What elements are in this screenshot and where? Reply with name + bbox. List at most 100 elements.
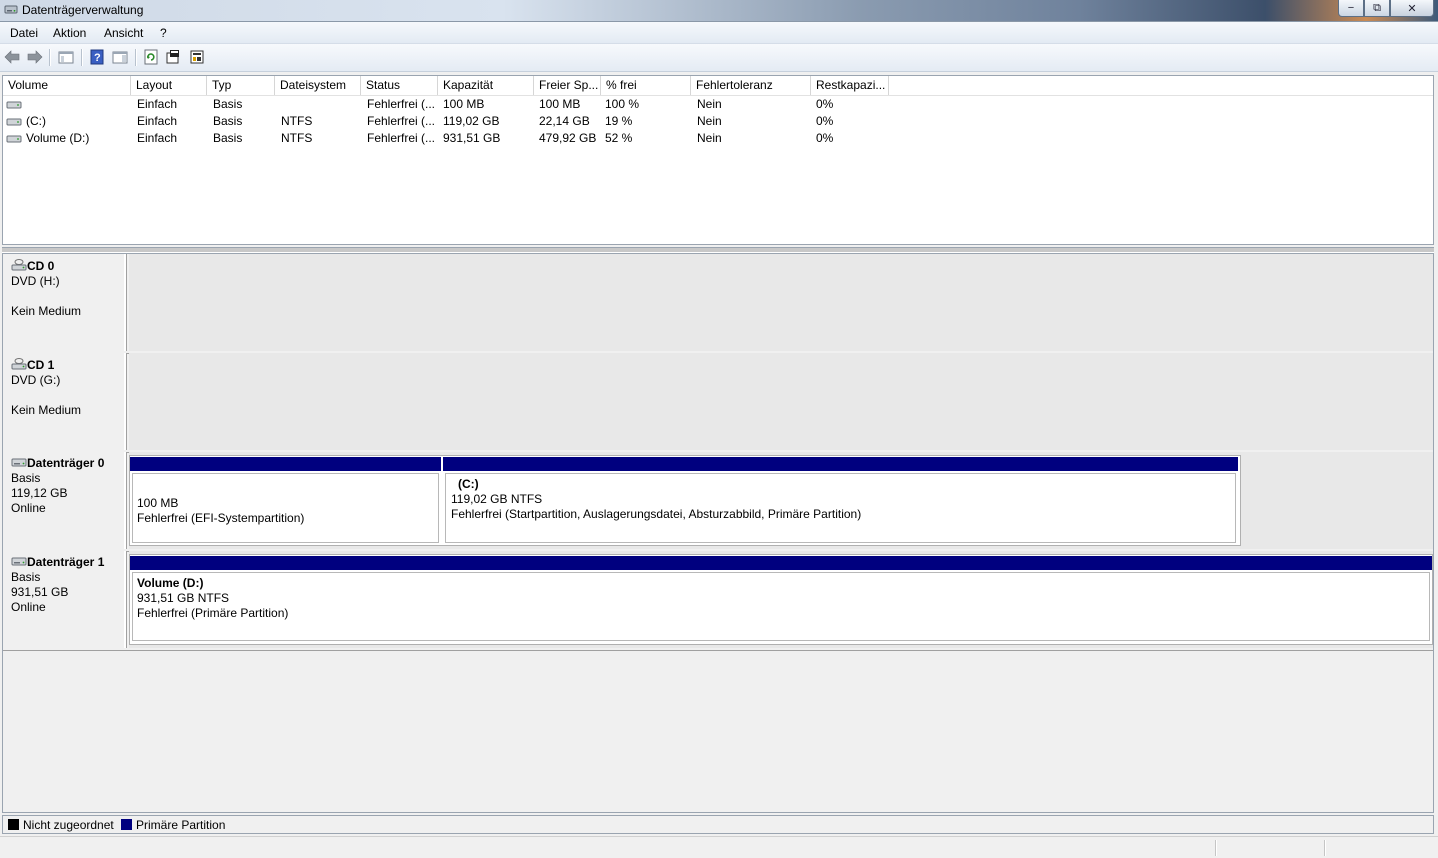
column-header-kapazitaet[interactable]: Kapazität: [438, 76, 534, 95]
disk-row-disk1[interactable]: Datenträger 1 Basis 931,51 GB Online Vol…: [3, 551, 1433, 651]
disk-info-cd1[interactable]: CD 1 DVD (G:) Kein Medium: [3, 353, 126, 450]
forward-icon[interactable]: [27, 49, 43, 65]
disk-area-disk1: Volume (D:) 931,51 GB NTFS Fehlerfrei (P…: [129, 551, 1433, 648]
partition-status: Fehlerfrei (Startpartition, Auslagerungs…: [451, 507, 862, 521]
disk-status: Kein Medium: [11, 403, 82, 417]
cd-drive-icon: [11, 358, 27, 370]
disk-type: DVD (G:): [11, 373, 61, 387]
disk-type: Basis: [11, 471, 41, 485]
restkapazitaet-cell: 0%: [816, 131, 834, 145]
volume-cell: [6, 96, 26, 113]
hard-disk-icon: [11, 557, 27, 566]
disk0-partition-container: 100 MB Fehlerfrei (EFI-Systempartition) …: [129, 455, 1241, 546]
maximize-button[interactable]: ⧉: [1364, 0, 1390, 17]
window-controls: − ⧉ ✕: [1338, 0, 1434, 18]
menu-help[interactable]: ?: [160, 26, 167, 40]
disk-row-cd0[interactable]: CD 0 DVD (H:) Kein Medium: [3, 254, 1433, 354]
menu-datei[interactable]: Datei: [10, 26, 38, 40]
disk-size: [11, 388, 124, 403]
disk-row-disk0[interactable]: Datenträger 0 Basis 119,12 GB Online 100…: [3, 452, 1433, 552]
disk-status: Online: [11, 501, 46, 515]
restkapazitaet-cell: 0%: [816, 114, 834, 128]
prozent-frei-cell: 100 %: [605, 97, 640, 111]
column-header-freier-speicher[interactable]: Freier Sp...: [534, 76, 601, 95]
partition-status: Fehlerfrei (EFI-Systempartition): [137, 511, 305, 525]
settings-icon[interactable]: [189, 49, 205, 65]
prozent-frei-cell: 52 %: [605, 131, 633, 145]
minimize-button[interactable]: −: [1338, 0, 1364, 17]
disk-graphical-view: CD 0 DVD (H:) Kein Medium CD 1 DVD (G:) …: [2, 253, 1434, 813]
back-icon[interactable]: [4, 49, 20, 65]
disk-row-cd1[interactable]: CD 1 DVD (G:) Kein Medium: [3, 353, 1433, 453]
disk-area-disk0: 100 MB Fehlerfrei (EFI-Systempartition) …: [129, 452, 1433, 549]
disk-name: CD 0: [27, 259, 55, 273]
column-header-restkapazitaet[interactable]: Restkapazi...: [811, 76, 889, 95]
toolbar: ?: [0, 44, 1438, 72]
fehlertoleranz-cell: Nein: [697, 97, 722, 111]
disk-type: Basis: [11, 570, 41, 584]
hard-disk-icon: [11, 458, 27, 467]
title-bar: Datenträgerverwaltung − ⧉ ✕: [0, 0, 1438, 22]
column-header-layout[interactable]: Layout: [131, 76, 207, 95]
disk-size: 119,12 GB: [11, 486, 68, 500]
menu-aktion[interactable]: Aktion: [53, 26, 86, 40]
restkapazitaet-cell: 0%: [816, 97, 834, 111]
fehlertoleranz-cell: Nein: [697, 131, 722, 145]
dateisystem-cell: NTFS: [281, 114, 313, 128]
help-icon[interactable]: ?: [89, 49, 105, 65]
partition-title: Volume (D:): [137, 576, 204, 590]
partition-bar: [443, 457, 1238, 471]
partition-c[interactable]: (C:) 119,02 GB NTFS Fehlerfrei (Startpar…: [443, 457, 1238, 543]
disk-info-disk1[interactable]: Datenträger 1 Basis 931,51 GB Online: [3, 551, 126, 648]
partition-size: 100 MB: [137, 496, 179, 510]
column-header-fehlertoleranz[interactable]: Fehlertoleranz: [691, 76, 811, 95]
typ-cell: Basis: [213, 131, 243, 145]
show-hide-icon[interactable]: [112, 49, 128, 65]
table-row[interactable]: Einfach Basis Fehlerfrei (... 100 MB 100…: [3, 96, 1433, 113]
column-header-typ[interactable]: Typ: [207, 76, 275, 95]
disk-type: DVD (H:): [11, 274, 60, 288]
partition-size: 931,51 GB NTFS: [137, 591, 230, 605]
disk-area-cd0: [129, 254, 1433, 351]
typ-cell: Basis: [213, 97, 243, 111]
layout-cell: Einfach: [137, 97, 178, 111]
refresh-icon[interactable]: [143, 49, 159, 65]
properties-icon[interactable]: [165, 49, 181, 65]
disk-size: [11, 289, 124, 304]
table-row[interactable]: Volume (D:) Einfach Basis NTFS Fehlerfre…: [3, 130, 1433, 147]
menu-bar: Datei Aktion Ansicht ?: [0, 22, 1438, 44]
disk-name: CD 1: [27, 358, 55, 372]
status-cell: Fehlerfrei (...: [367, 97, 436, 111]
table-row[interactable]: (C:) Einfach Basis NTFS Fehlerfrei (... …: [3, 113, 1433, 130]
disk-status: Online: [11, 600, 46, 614]
column-header-prozent-frei[interactable]: % frei: [601, 76, 691, 95]
partition-bar: [130, 556, 1432, 570]
partition-efi[interactable]: 100 MB Fehlerfrei (EFI-Systempartition): [130, 457, 441, 543]
disk-info-cd0[interactable]: CD 0 DVD (H:) Kein Medium: [3, 254, 126, 351]
partition-title: (C:): [458, 477, 479, 491]
disk-info-disk0[interactable]: Datenträger 0 Basis 119,12 GB Online: [3, 452, 126, 549]
svg-text:?: ?: [94, 52, 101, 64]
status-bar: [0, 836, 1438, 858]
disk-status: Kein Medium: [11, 304, 82, 318]
column-header-status[interactable]: Status: [361, 76, 438, 95]
column-header-volume[interactable]: Volume: [3, 76, 131, 95]
console-tree-icon[interactable]: [58, 49, 74, 65]
drive-icon: [6, 135, 22, 143]
menu-ansicht[interactable]: Ansicht: [104, 26, 143, 40]
partition-d[interactable]: Volume (D:) 931,51 GB NTFS Fehlerfrei (P…: [129, 554, 1433, 645]
partition-status: Fehlerfrei (Primäre Partition): [137, 606, 289, 620]
disk-size: 931,51 GB: [11, 585, 69, 599]
partition-size: 119,02 GB NTFS: [451, 492, 543, 506]
layout-cell: Einfach: [137, 131, 178, 145]
partition-bar: [130, 457, 441, 471]
legend-swatch-unallocated: [8, 819, 19, 830]
typ-cell: Basis: [213, 114, 243, 128]
drive-icon: [6, 101, 22, 109]
volume-list: Volume Layout Typ Dateisystem Status Kap…: [2, 75, 1434, 245]
disk-management-icon: [4, 5, 18, 14]
freier-speicher-cell: 100 MB: [539, 97, 581, 111]
column-header-dateisystem[interactable]: Dateisystem: [275, 76, 361, 95]
legend-label-primary: Primäre Partition: [136, 818, 226, 832]
close-button[interactable]: ✕: [1390, 0, 1434, 17]
